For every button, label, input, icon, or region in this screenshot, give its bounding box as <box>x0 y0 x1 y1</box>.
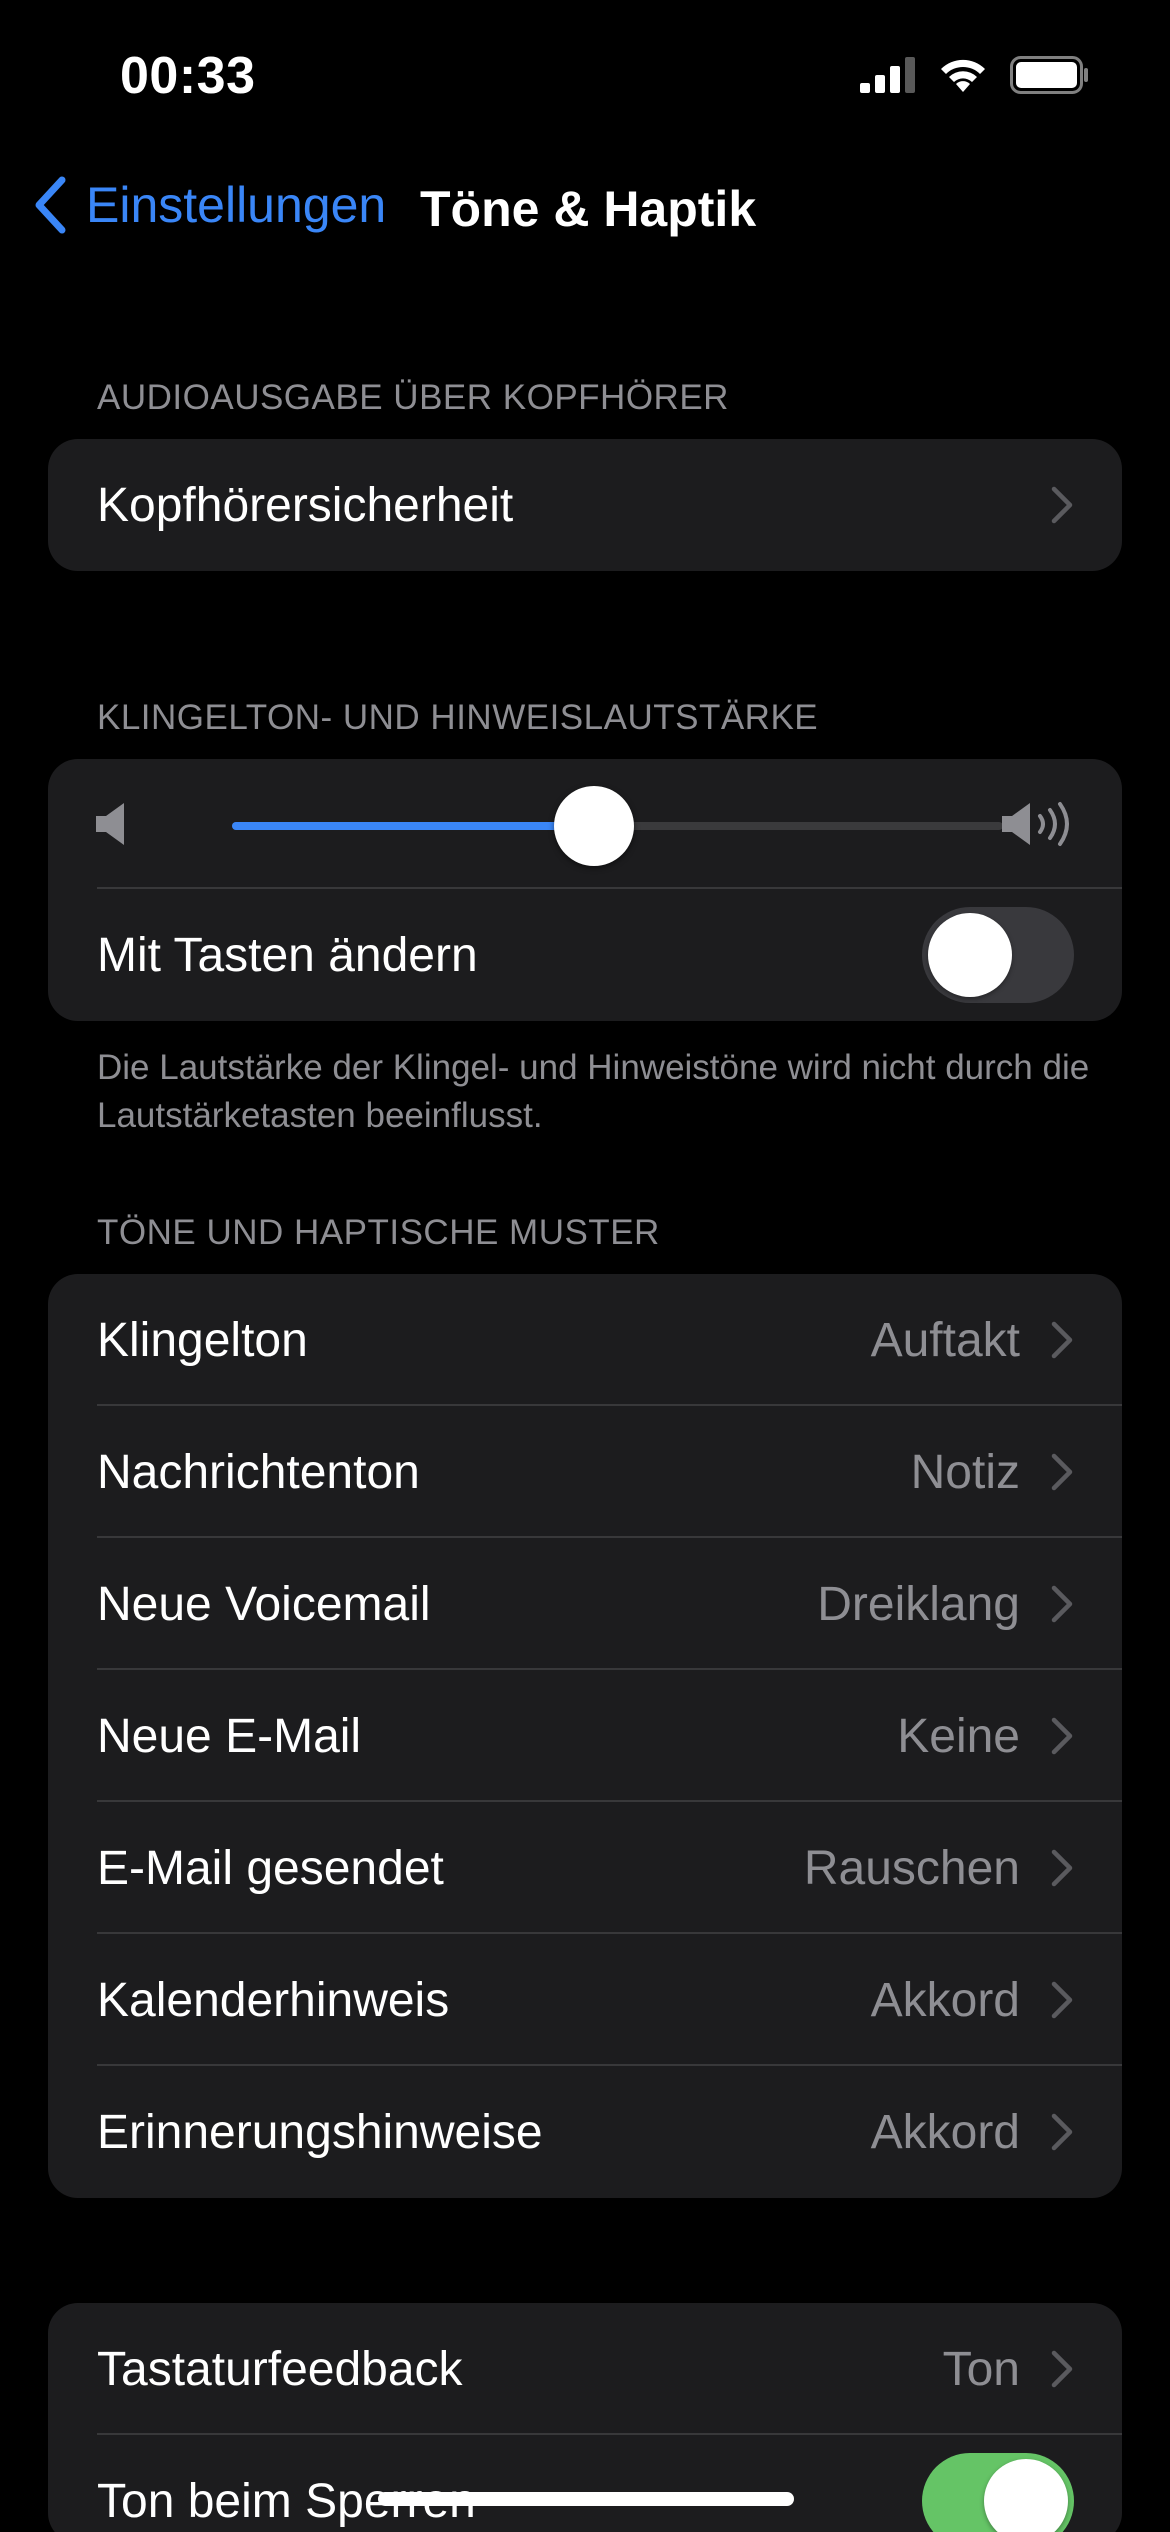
chevron-right-icon <box>1050 2112 1074 2152</box>
wifi-icon <box>941 59 985 92</box>
volume-slider-fill <box>232 822 595 830</box>
home-indicator[interactable] <box>378 2492 794 2506</box>
headphones-group: Kopfhörersicherheit <box>48 439 1122 571</box>
chevron-right-icon <box>1050 485 1074 525</box>
pattern-row[interactable]: Nachrichtenton Notiz <box>48 1406 1122 1538</box>
row-headphone-safety[interactable]: Kopfhörersicherheit <box>48 439 1122 571</box>
pattern-row[interactable]: Erinnerungshinweise Akkord <box>48 2066 1122 2198</box>
row-label: Erinnerungshinweise <box>97 2105 543 2159</box>
pattern-row[interactable]: Kalenderhinweis Akkord <box>48 1934 1122 2066</box>
volume-footer-text: Die Lautstärke der Klingel- und Hinweist… <box>97 1048 1090 1135</box>
row-value: Akkord <box>870 1973 1020 2027</box>
cellular-signal-icon <box>860 57 915 93</box>
chevron-right-icon <box>1050 1320 1074 1360</box>
toggle-knob <box>984 2459 1068 2532</box>
pattern-row[interactable]: Neue Voicemail Dreiklang <box>48 1538 1122 1670</box>
volume-slider[interactable] <box>232 786 1003 866</box>
section-header-patterns: TÖNE UND HAPTISCHE MUSTER <box>97 1213 660 1252</box>
row-value: Dreiklang <box>817 1577 1020 1631</box>
volume-slider-row <box>48 759 1122 889</box>
row-keyboard-feedback[interactable]: Tastaturfeedback Ton <box>48 2303 1122 2435</box>
row-label: Nachrichtenton <box>97 1445 420 1499</box>
patterns-group: Klingelton Auftakt Nachrichtenton Notiz Neue… <box>48 1274 1122 2198</box>
status-time: 00:33 <box>120 47 256 105</box>
row-value: Ton <box>942 2342 1020 2396</box>
chevron-left-icon <box>22 170 78 240</box>
chevron-right-icon <box>1050 2349 1074 2389</box>
speaker-high-icon <box>1000 799 1074 854</box>
section-header-headphones: AUDIOAUSGABE ÜBER KOPFHÖRER <box>97 378 729 417</box>
pattern-row[interactable]: Neue E-Mail Keine <box>48 1670 1122 1802</box>
speaker-low-icon <box>94 801 130 852</box>
row-label: Klingelton <box>97 1313 308 1367</box>
row-label: Kalenderhinweis <box>97 1973 450 2027</box>
change-with-buttons-toggle[interactable] <box>922 907 1074 1003</box>
back-button[interactable]: Einstellungen <box>22 170 386 240</box>
page-title: Töne & Haptik <box>420 181 757 237</box>
battery-icon <box>1010 56 1088 94</box>
toggle-knob <box>928 913 1012 997</box>
volume-slider-thumb[interactable] <box>554 786 635 866</box>
row-value: Auftakt <box>870 1313 1020 1367</box>
row-label: Kopfhörersicherheit <box>97 478 514 532</box>
row-label: Neue Voicemail <box>97 1577 431 1631</box>
row-value: Notiz <box>910 1445 1020 1499</box>
row-label: Tastaturfeedback <box>97 2342 463 2396</box>
row-lock-sound: Ton beim Sperren <box>48 2435 1122 2532</box>
row-value: Akkord <box>870 2105 1020 2159</box>
chevron-right-icon <box>1050 1584 1074 1624</box>
row-label: Neue E-Mail <box>97 1709 362 1763</box>
section-header-volume: KLINGELTON- UND HINWEISLAUTSTÄRKE <box>97 698 819 737</box>
row-label: E-Mail gesendet <box>97 1841 444 1895</box>
row-label: Mit Tasten ändern <box>97 928 478 982</box>
chevron-right-icon <box>1050 1848 1074 1888</box>
pattern-row[interactable]: E-Mail gesendet Rauschen <box>48 1802 1122 1934</box>
volume-group: Mit Tasten ändern <box>48 759 1122 1021</box>
row-value: Rauschen <box>803 1841 1020 1895</box>
chevron-right-icon <box>1050 1980 1074 2020</box>
status-bar: 00:33 <box>0 0 1170 150</box>
row-value: Keine <box>897 1709 1020 1763</box>
back-label: Einstellungen <box>86 177 387 233</box>
chevron-right-icon <box>1050 1452 1074 1492</box>
lock-sound-toggle[interactable] <box>922 2453 1074 2532</box>
chevron-right-icon <box>1050 1716 1074 1756</box>
pattern-row[interactable]: Klingelton Auftakt <box>48 1274 1122 1406</box>
row-change-with-buttons: Mit Tasten ändern <box>48 889 1122 1021</box>
status-icons <box>860 56 1090 94</box>
navigation-bar: Einstellungen Töne & Haptik <box>0 160 1170 250</box>
